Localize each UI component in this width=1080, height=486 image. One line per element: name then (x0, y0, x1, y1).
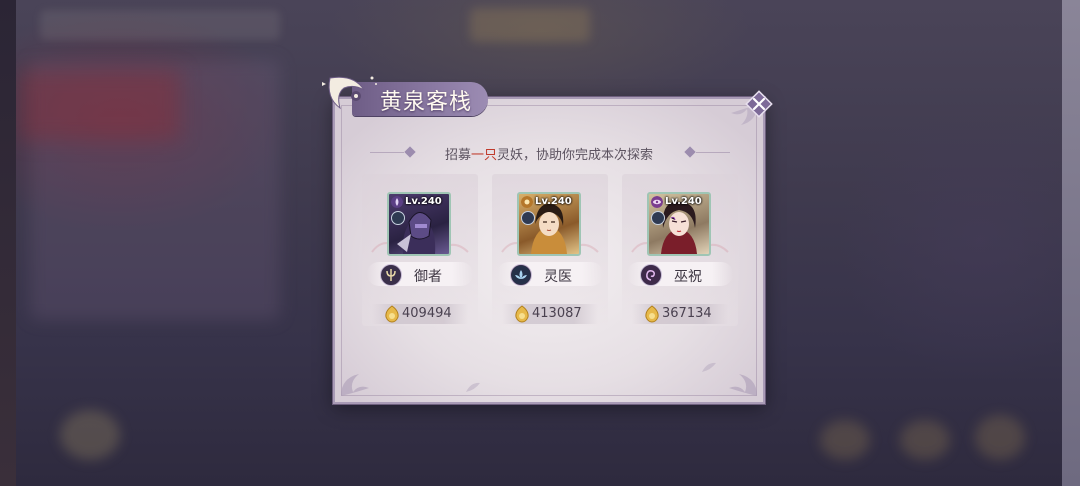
gold-coin-icon (515, 305, 529, 323)
spirit-price: 409494 (402, 306, 452, 321)
background-bottom-icon (60, 410, 120, 460)
gold-coin-icon (385, 305, 399, 323)
spirit-card-3[interactable]: Lv.240 巫祝 367134 (622, 174, 738, 326)
role-mini-icon (651, 211, 665, 225)
trident-icon (380, 264, 402, 286)
spirit-level: Lv.240 (535, 196, 572, 207)
role-mini-icon (391, 211, 405, 225)
spirit-role: 巫祝 (674, 269, 702, 285)
background-top-button (470, 8, 590, 42)
corner-ornament-icon (341, 374, 369, 396)
spirit-role: 御者 (414, 269, 442, 285)
gold-coin-icon (645, 305, 659, 323)
spirit-price: 413087 (532, 306, 582, 321)
spirit-portrait: Lv.240 (517, 192, 581, 256)
dialog-subtitle: 招募一只灵妖，协助你完成本次探索 (333, 144, 765, 163)
spirit-card-2[interactable]: Lv.240 灵医 413087 (492, 174, 608, 326)
background-bottom-icon (820, 420, 870, 460)
subtitle-highlight: 一只 (470, 148, 497, 163)
crescent-moon-icon (322, 76, 377, 110)
spirit-card-1[interactable]: Lv.240 御者 409494 (362, 174, 478, 326)
subtitle-text-end: 灵妖，协助你完成本次探索 (497, 148, 654, 163)
background-left-edge (0, 0, 16, 486)
spiral-icon (640, 264, 662, 286)
spirit-level: Lv.240 (665, 196, 702, 207)
subtitle-text-start: 招募 (444, 148, 471, 163)
role-mini-icon (521, 211, 535, 225)
spirit-portrait: Lv.240 (647, 192, 711, 256)
background-right-edge (1062, 0, 1080, 486)
spirit-level: Lv.240 (405, 196, 442, 207)
title-banner: 黄泉客栈 (300, 70, 490, 122)
close-icon (745, 90, 773, 118)
corner-ornament-icon (729, 374, 757, 396)
spirit-role: 灵医 (544, 269, 572, 285)
sun-icon (521, 196, 533, 208)
background-bottom-icon (900, 420, 950, 460)
spirit-price: 367134 (662, 306, 712, 321)
background-bottom-icon (975, 415, 1025, 460)
leaf-ornament-icon (466, 382, 480, 392)
purple-flame-icon (391, 196, 403, 208)
close-button[interactable] (745, 90, 773, 118)
leaf-ornament-icon (702, 362, 716, 372)
lotus-icon (510, 264, 532, 286)
dialog-title: 黄泉客栈 (380, 90, 473, 115)
background-left-banner (20, 70, 180, 140)
background-top-bar (40, 10, 280, 40)
purple-eye-icon (651, 196, 663, 208)
spirit-portrait: Lv.240 (387, 192, 451, 256)
